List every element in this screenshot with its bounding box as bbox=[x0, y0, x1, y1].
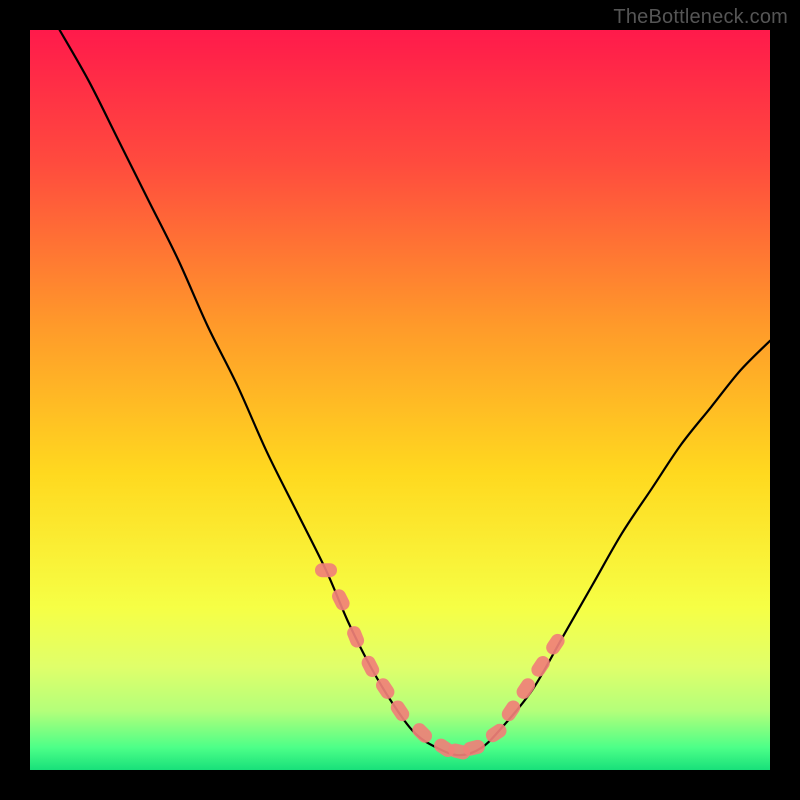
plot-area bbox=[30, 30, 770, 770]
watermark-text: TheBottleneck.com bbox=[613, 6, 788, 29]
marker-point bbox=[315, 563, 337, 577]
chart-frame: TheBottleneck.com bbox=[0, 0, 800, 800]
gradient-background bbox=[30, 30, 770, 770]
chart-svg bbox=[30, 30, 770, 770]
